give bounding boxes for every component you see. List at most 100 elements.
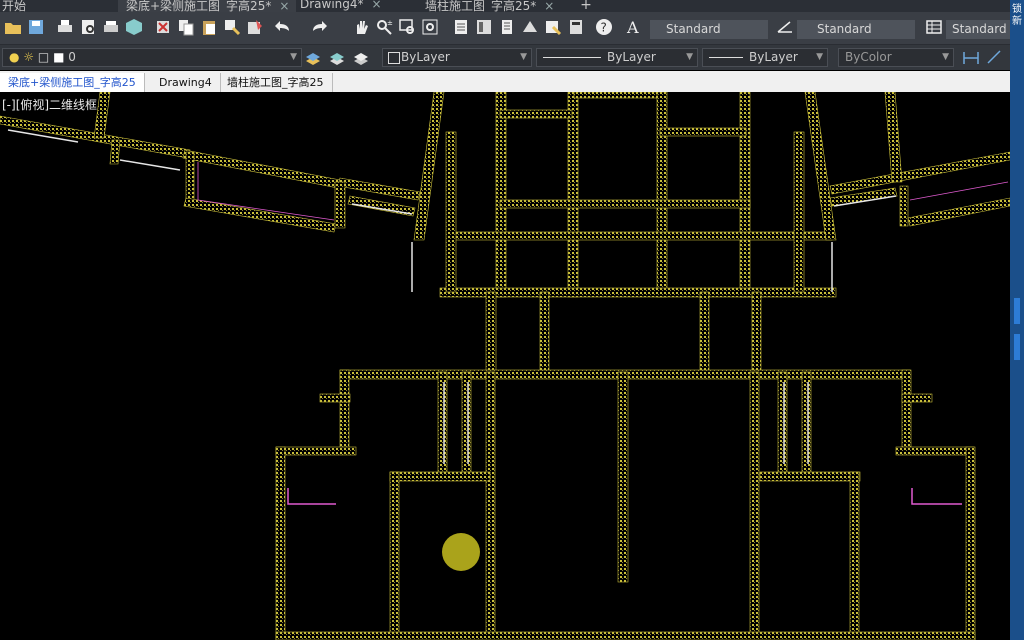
text-style-icon[interactable]: A bbox=[626, 18, 644, 37]
wall bbox=[109, 139, 121, 165]
start-tab-label: 开始 bbox=[2, 0, 27, 12]
layer-previous-icon[interactable] bbox=[352, 49, 370, 67]
side-panel-edge: 锁 新 bbox=[1010, 0, 1024, 640]
publish-3d-icon[interactable] bbox=[125, 18, 143, 36]
wall bbox=[751, 291, 762, 373]
print-preview-icon[interactable] bbox=[79, 18, 97, 36]
zoom-window-icon[interactable] bbox=[398, 18, 416, 36]
wall bbox=[899, 185, 909, 227]
wall bbox=[495, 92, 507, 298]
wall bbox=[849, 471, 860, 640]
help-icon[interactable]: ? bbox=[595, 18, 613, 36]
color-swatch-icon bbox=[388, 52, 400, 64]
markup-icon[interactable] bbox=[544, 18, 562, 36]
dimension-style-value: Standard bbox=[817, 22, 872, 36]
redo-icon[interactable] bbox=[310, 18, 328, 36]
undo-icon[interactable] bbox=[274, 18, 292, 36]
doc-tab-wall-column[interactable]: 墙柱施工图_字高25 bbox=[219, 73, 333, 92]
chevron-down-icon: ▼ bbox=[290, 52, 297, 62]
wall bbox=[461, 371, 472, 473]
wall bbox=[884, 92, 903, 183]
chevron-down-icon: ▼ bbox=[520, 52, 527, 62]
layer-properties-bar: ● ☼ □ ■ 0 ▼ ByLayer ▼ ByLayer ▼ ByLayer … bbox=[0, 45, 1010, 70]
wall bbox=[656, 92, 668, 298]
layer-name: 0 bbox=[68, 50, 76, 64]
table-style-dropdown[interactable]: Standard bbox=[946, 20, 1010, 39]
doc-tab-drawing4[interactable]: Drawing4 bbox=[151, 73, 221, 92]
design-center-icon[interactable] bbox=[475, 18, 493, 36]
paste-icon[interactable] bbox=[200, 18, 218, 36]
standard-toolbar: ± ? A Standard Standard Standard bbox=[0, 12, 1010, 45]
wall bbox=[485, 291, 497, 373]
wall bbox=[804, 92, 837, 241]
file-tab-drawing4[interactable]: Drawing4* × bbox=[300, 0, 410, 12]
wall bbox=[447, 231, 833, 241]
viewport-controls-label[interactable]: [-][俯视]二维线框 bbox=[2, 96, 97, 113]
wing-left bbox=[0, 92, 445, 241]
chevron-down-icon: ▼ bbox=[942, 52, 949, 62]
wall bbox=[389, 471, 491, 482]
lineweight-dropdown[interactable]: ByLayer ▼ bbox=[702, 48, 828, 67]
plot-icon[interactable] bbox=[102, 18, 120, 36]
zoom-previous-icon[interactable] bbox=[421, 18, 439, 36]
chevron-down-icon: ▼ bbox=[686, 52, 693, 62]
start-tab[interactable]: 开始 bbox=[2, 0, 26, 12]
document-tab-bar: 梁底+梁侧施工图_字高25 Drawing4 墙柱施工图_字高25 bbox=[0, 71, 1010, 93]
block-editor-icon[interactable] bbox=[246, 18, 264, 36]
layer-dropdown[interactable]: ● ☼ □ ■ 0 ▼ bbox=[2, 48, 302, 67]
aligned-dimension-icon[interactable] bbox=[986, 49, 1004, 67]
wall bbox=[907, 197, 1010, 227]
linear-dimension-icon[interactable] bbox=[962, 49, 980, 67]
print-icon[interactable] bbox=[56, 18, 74, 36]
color-dropdown[interactable]: ByLayer ▼ bbox=[382, 48, 532, 67]
layer-properties-icon[interactable] bbox=[304, 49, 322, 67]
match-properties-icon[interactable] bbox=[223, 18, 241, 36]
text-style-dropdown[interactable]: Standard bbox=[650, 20, 768, 39]
svg-text:A: A bbox=[626, 18, 639, 36]
pink-line bbox=[909, 181, 1009, 201]
wall bbox=[389, 471, 400, 640]
open-folder-icon[interactable] bbox=[4, 18, 22, 36]
close-icon[interactable]: × bbox=[279, 0, 289, 12]
save-icon[interactable] bbox=[27, 18, 45, 36]
file-tab-wall-column[interactable]: 墙柱施工图_字高25* × bbox=[425, 0, 565, 12]
make-current-layer-icon[interactable] bbox=[328, 49, 346, 67]
new-tab-button[interactable]: + bbox=[576, 0, 596, 12]
table-style-icon[interactable] bbox=[925, 18, 943, 36]
close-icon[interactable]: × bbox=[544, 0, 554, 12]
wall bbox=[573, 92, 665, 99]
color-value: ByLayer bbox=[401, 50, 450, 64]
file-tab-beam[interactable]: 梁底+梁侧施工图_字高25* × bbox=[118, 0, 296, 12]
dimension-style-dropdown[interactable]: Standard bbox=[797, 20, 915, 39]
lineweight-preview bbox=[709, 57, 743, 58]
wall bbox=[777, 371, 788, 473]
sheet-set-icon[interactable] bbox=[521, 18, 539, 36]
doc-tab-beam[interactable]: 梁底+梁侧施工图_字高25 bbox=[0, 73, 145, 92]
close-icon[interactable]: × bbox=[372, 0, 382, 11]
wall-group-center bbox=[275, 92, 976, 640]
wall bbox=[801, 371, 812, 473]
plot-style-dropdown[interactable]: ByColor ▼ bbox=[838, 48, 954, 67]
dimension-style-icon[interactable] bbox=[776, 18, 794, 36]
text-style-value: Standard bbox=[666, 22, 721, 36]
lightbulb-icon: ● bbox=[9, 50, 20, 64]
zoom-realtime-icon[interactable]: ± bbox=[375, 18, 393, 36]
drawing-canvas[interactable]: [-][俯视]二维线框 bbox=[0, 92, 1010, 640]
linetype-dropdown[interactable]: ByLayer ▼ bbox=[536, 48, 698, 67]
tool-palettes-icon[interactable] bbox=[498, 18, 516, 36]
wall bbox=[759, 471, 861, 482]
wall bbox=[485, 371, 496, 640]
cut-icon[interactable] bbox=[154, 18, 172, 36]
wall bbox=[617, 371, 629, 583]
floor-plan-drawing bbox=[0, 92, 1010, 640]
plus-icon: + bbox=[580, 0, 592, 12]
pan-hand-icon[interactable] bbox=[352, 18, 370, 36]
copy-icon[interactable] bbox=[177, 18, 195, 36]
wing-right bbox=[804, 92, 1010, 241]
properties-palette-icon[interactable] bbox=[452, 18, 470, 36]
wall bbox=[183, 197, 337, 233]
svg-text:±: ± bbox=[387, 19, 393, 27]
wall bbox=[739, 92, 751, 298]
file-tab-strip: 开始 梁底+梁侧施工图_字高25* × Drawing4* × 墙柱施工图_字高25… bbox=[0, 0, 1010, 12]
quickcalc-icon[interactable] bbox=[567, 18, 585, 36]
